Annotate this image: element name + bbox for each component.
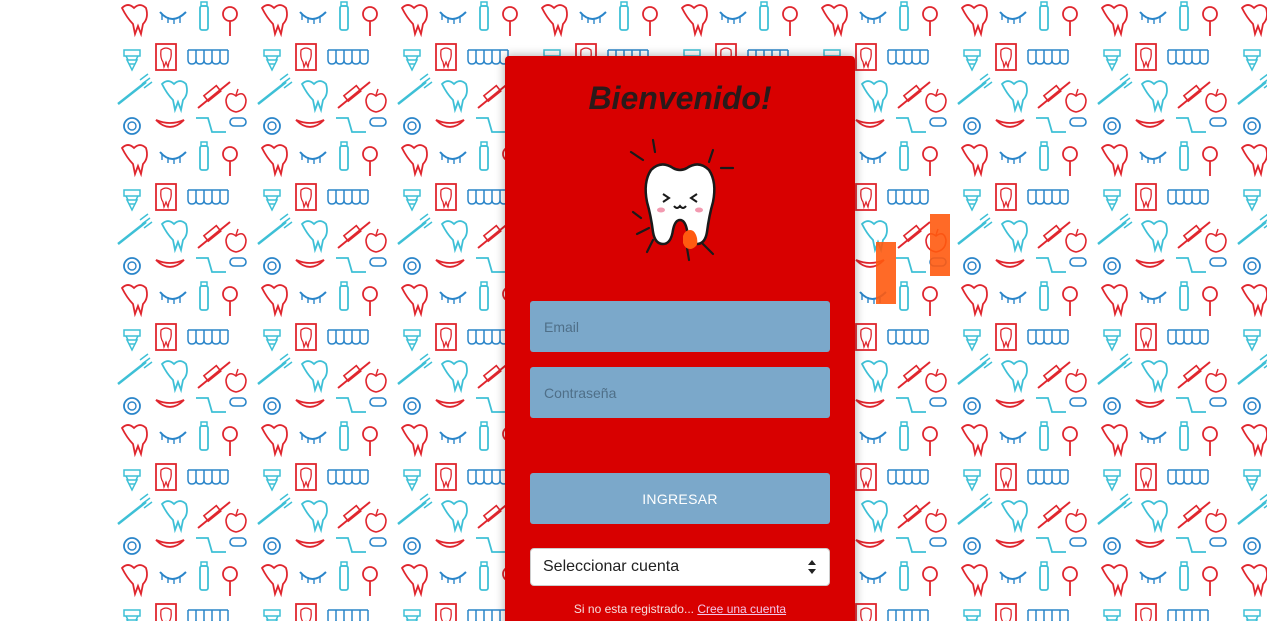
welcome-title: Bienvenido! (588, 80, 772, 116)
orange-highlight-mark (930, 214, 950, 276)
login-button[interactable]: INGRESAR (530, 473, 830, 524)
login-card: Bienvenido! Email INGRESAR Seleccionar c… (505, 56, 855, 621)
tooth-mascot-icon (629, 138, 735, 262)
email-field[interactable] (530, 301, 830, 352)
register-prompt: Si no esta registrado... (573, 602, 694, 616)
orange-highlight-mark (876, 242, 896, 304)
select-arrows-icon (808, 560, 816, 574)
account-select-value: Seleccionar cuenta (543, 558, 680, 575)
create-account-link[interactable]: Cree una cuenta (697, 602, 786, 616)
password-field[interactable] (530, 367, 830, 418)
register-note: Si no esta registrado... Cree una cuenta (505, 602, 855, 616)
account-select[interactable]: Seleccionar cuenta (530, 548, 830, 586)
page: Bienvenido! Email INGRESAR Seleccionar c… (0, 0, 1267, 621)
